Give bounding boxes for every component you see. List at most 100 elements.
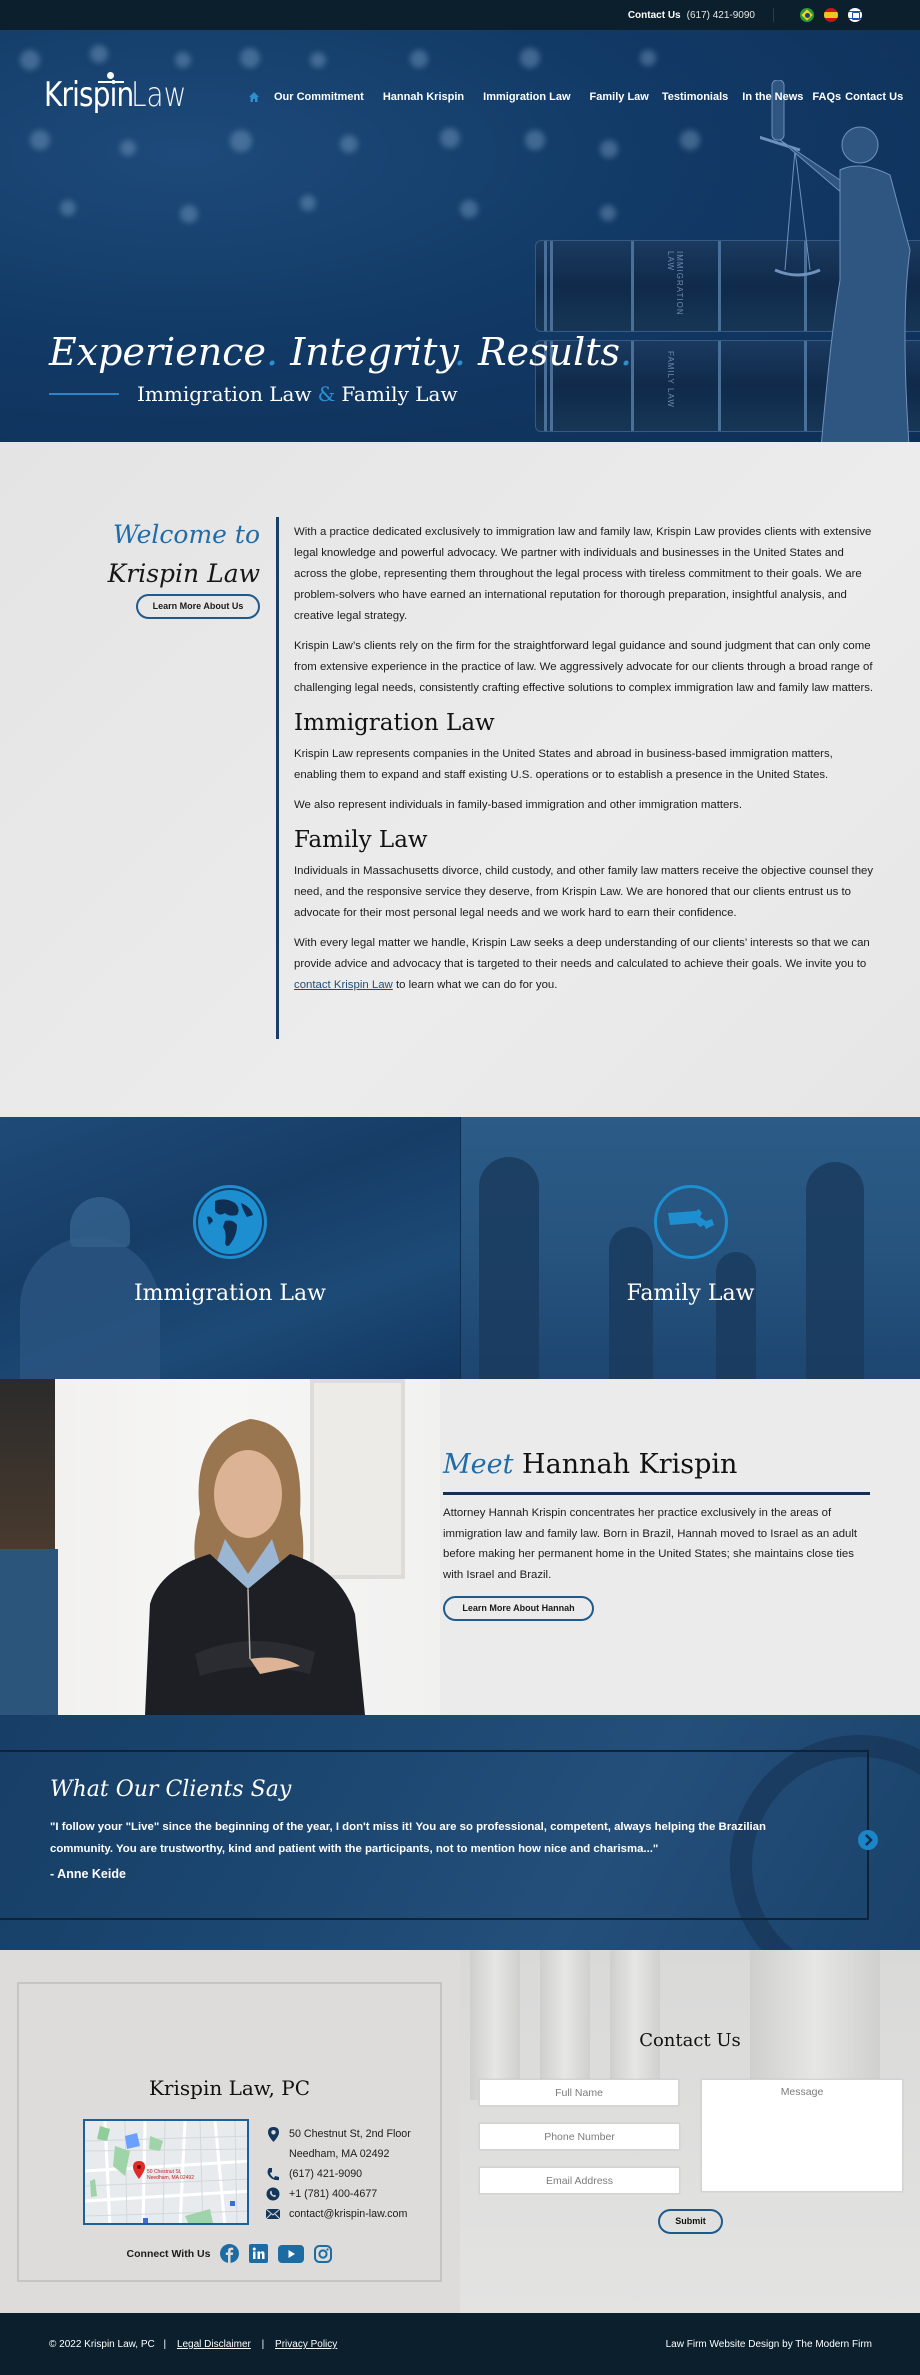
phone-number-input[interactable] — [479, 2123, 680, 2150]
subtitle-amp: & — [317, 382, 336, 406]
divider — [773, 8, 774, 22]
linkedin-link[interactable] — [249, 2244, 269, 2263]
krispin-law-logo[interactable]: Krispin Law — [44, 72, 199, 115]
facebook-icon — [220, 2244, 240, 2263]
hero-section: IMMIGRATION LAW FAMILY LAW Krispin Law O… — [0, 30, 920, 442]
bokeh-light — [240, 48, 260, 68]
learn-more-about-hannah-button[interactable]: Learn More About Hannah — [443, 1596, 594, 1621]
brazil-flag-icon[interactable] — [800, 8, 814, 22]
privacy-policy-link[interactable]: Privacy Policy — [275, 2339, 337, 2350]
testimonial-quote: "I follow your "Live" since the beginnin… — [50, 1821, 766, 1855]
welcome-paragraph: With a practice dedicated exclusively to… — [294, 526, 872, 622]
massachusetts-icon-circle — [653, 1185, 728, 1259]
book-spine-label: IMMIGRATION LAW — [666, 251, 684, 316]
learn-more-about-us-button[interactable]: Learn More About Us — [136, 594, 260, 619]
office-contact-list: 50 Chestnut St, 2nd Floor Needham, MA 02… — [264, 2124, 411, 2224]
family-silhouette-image — [479, 1157, 539, 1379]
location-pin-icon — [267, 2126, 279, 2142]
footer: © 2022 Krispin Law, PC | Legal Disclaime… — [0, 2313, 920, 2375]
contact-krispin-law-link[interactable]: contact Krispin Law — [294, 979, 393, 991]
copyright: © 2022 Krispin Law, PC — [49, 2339, 155, 2350]
closing-paragraph: With every legal matter we handle, Krisp… — [294, 933, 874, 996]
bokeh-light — [440, 128, 460, 148]
whatsapp-number[interactable]: +1 (781) 400-4677 — [289, 2188, 377, 2200]
next-testimonial-arrow-icon[interactable] — [858, 1830, 878, 1850]
column-image — [540, 1950, 590, 2100]
whatsapp-icon — [266, 2187, 280, 2201]
subtitle-family: Family Law — [341, 382, 458, 406]
youtube-link[interactable] — [278, 2244, 305, 2263]
vertical-divider — [276, 517, 279, 1039]
email-row[interactable]: contact@krispin-law.com — [264, 2204, 411, 2224]
massachusetts-map-icon — [667, 1209, 714, 1229]
tagline-dot: . — [453, 330, 466, 374]
topbar-contact-link[interactable]: Contact Us — [628, 10, 681, 21]
nav-our-commitment[interactable]: Our Commitment — [274, 91, 364, 103]
practice-panel-family[interactable]: Family Law — [460, 1117, 920, 1379]
bokeh-light — [410, 50, 428, 68]
phone-row[interactable]: (617) 421-9090 — [264, 2164, 411, 2184]
tagline-word: Experience — [49, 330, 267, 374]
practice-panel-immigration[interactable]: Immigration Law — [0, 1117, 460, 1379]
nav-contact-us[interactable]: Contact Us — [845, 91, 903, 103]
testimonial-author: - Anne Keide — [50, 1867, 126, 1881]
instagram-link[interactable] — [314, 2244, 333, 2263]
whatsapp-row[interactable]: +1 (781) 400-4677 — [264, 2184, 411, 2204]
footer-left: © 2022 Krispin Law, PC | Legal Disclaime… — [49, 2339, 339, 2350]
instagram-icon — [314, 2244, 333, 2263]
book-spine-label: FAMILY LAW — [666, 351, 675, 408]
column-image — [750, 1950, 880, 2100]
nav-hannah-krispin[interactable]: Hannah Krispin — [383, 91, 464, 103]
practice-areas: Immigration Law Family Law — [0, 1117, 920, 1379]
message-textarea[interactable] — [701, 2079, 903, 2192]
attorney-bio: Attorney Hannah Krispin concentrates her… — [443, 1507, 858, 1581]
nav-in-the-news[interactable]: In the News — [742, 91, 803, 103]
nav-immigration-law[interactable]: Immigration Law — [483, 91, 570, 103]
youtube-icon — [278, 2244, 305, 2263]
footer-separator: | — [261, 2339, 265, 2350]
bokeh-light — [30, 130, 50, 150]
israel-flag-icon[interactable] — [848, 8, 862, 22]
email-address-input[interactable] — [479, 2167, 680, 2194]
designer-credit-link[interactable]: Law Firm Website Design by The Modern Fi… — [666, 2339, 872, 2350]
accent-line — [49, 393, 119, 395]
meet-heading: Meet Hannah Krispin — [443, 1449, 873, 1480]
logo-text-krispin: Krispin — [44, 75, 134, 115]
nav-testimonials[interactable]: Testimonials — [662, 91, 728, 103]
address-line1: 50 Chestnut St, 2nd Floor — [289, 2128, 411, 2140]
testimonials-section: What Our Clients Say "I follow your "Liv… — [0, 1715, 920, 1950]
bokeh-light — [460, 200, 478, 218]
footer-separator: | — [163, 2339, 167, 2350]
column-image — [610, 1950, 660, 2100]
meet-attorney-section: Meet Hannah Krispin Attorney Hannah Kris… — [0, 1379, 920, 1715]
full-name-input[interactable] — [479, 2079, 679, 2106]
linkedin-icon — [249, 2244, 269, 2263]
immigration-paragraph: Krispin Law represents companies in the … — [294, 748, 833, 781]
office-email[interactable]: contact@krispin-law.com — [289, 2208, 407, 2220]
logo-text-law: Law — [131, 75, 187, 115]
nav-family-law[interactable]: Family Law — [590, 91, 649, 103]
bokeh-light — [175, 52, 191, 68]
bokeh-light — [120, 140, 136, 156]
attorney-portrait — [145, 1419, 365, 1715]
legal-disclaimer-link[interactable]: Legal Disclaimer — [177, 2339, 251, 2350]
office-map[interactable]: 50 Chestnut St, Needham, MA 02492 — [83, 2119, 249, 2225]
main-nav: Our Commitment Hannah Krispin Immigratio… — [248, 91, 920, 103]
tagline-word: Results — [478, 330, 620, 374]
contact-form-heading: Contact Us — [639, 2030, 741, 2051]
submit-button[interactable]: Submit — [658, 2209, 723, 2234]
facebook-link[interactable] — [220, 2244, 240, 2263]
office-phone[interactable]: (617) 421-9090 — [289, 2168, 362, 2180]
nav-faqs[interactable]: FAQs — [812, 91, 841, 103]
welcome-body: With a practice dedicated exclusively to… — [294, 522, 874, 1005]
tagline-dot: . — [620, 330, 633, 374]
family-silhouette-image — [716, 1252, 756, 1379]
bokeh-light — [640, 50, 656, 66]
hannah-krispin-photo — [0, 1379, 440, 1715]
welcome-section: Welcome to Krispin Law Learn More About … — [0, 442, 920, 1117]
phone-icon — [267, 2167, 279, 2180]
topbar-phone-link[interactable]: (617) 421-9090 — [687, 10, 755, 21]
meet-word: Meet — [443, 1449, 514, 1480]
home-icon[interactable] — [248, 91, 260, 103]
spain-flag-icon[interactable] — [824, 8, 838, 22]
